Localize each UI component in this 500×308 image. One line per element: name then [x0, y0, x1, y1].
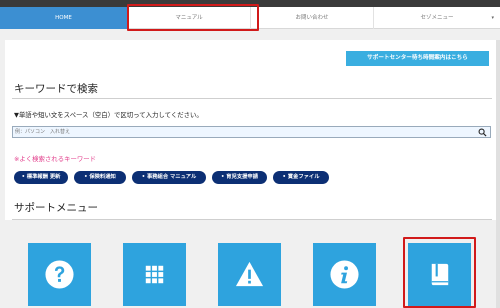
- divider: [12, 219, 492, 220]
- support-tile-info[interactable]: [313, 243, 376, 306]
- question-icon: [45, 260, 74, 289]
- popular-keywords-label: ※よく検索されるキーワード: [14, 155, 97, 163]
- support-menu-heading: サポートメニュー: [14, 202, 98, 214]
- tab-contact[interactable]: お問い合わせ: [251, 7, 374, 29]
- grid-icon: [145, 265, 164, 284]
- highlight-box-manual-tile: [403, 237, 476, 308]
- scrollbar[interactable]: [496, 40, 500, 308]
- keyword-tag[interactable]: • 賞金ファイル: [273, 171, 329, 184]
- keyword-tag[interactable]: • 保険料通知: [74, 171, 126, 184]
- search-instruction: ▼単語や短い文をスペース（空白）で区切って入力してください。: [14, 111, 203, 119]
- search-input[interactable]: [15, 127, 475, 137]
- keyword-tag[interactable]: • 育児支援申請: [212, 171, 267, 184]
- highlight-box-manual-tab: [127, 4, 259, 31]
- support-tile-faq[interactable]: [28, 243, 91, 306]
- search-icon[interactable]: [478, 128, 487, 137]
- support-tile-alert[interactable]: [218, 243, 281, 306]
- tab-home[interactable]: HOME: [0, 7, 128, 29]
- support-center-wait-time-button[interactable]: サポートセンター待ち時間案内はこちら: [346, 51, 489, 66]
- keyword-tag[interactable]: • 事務組合 マニュアル: [132, 171, 206, 184]
- warning-icon: [235, 261, 264, 287]
- divider: [12, 98, 492, 99]
- support-button-label: サポートセンター待ち時間案内はこちら: [367, 55, 468, 61]
- support-tile-menu-grid[interactable]: [123, 243, 186, 306]
- caret-down-icon: ▾: [491, 15, 494, 21]
- keyword-tag[interactable]: • 標準報酬 更新: [14, 171, 68, 184]
- tab-seminar-menu[interactable]: セゾメニュー ▾: [374, 7, 500, 29]
- info-icon: [330, 260, 359, 289]
- search-field[interactable]: [12, 126, 491, 138]
- keyword-search-heading: キーワードで検索: [14, 83, 98, 95]
